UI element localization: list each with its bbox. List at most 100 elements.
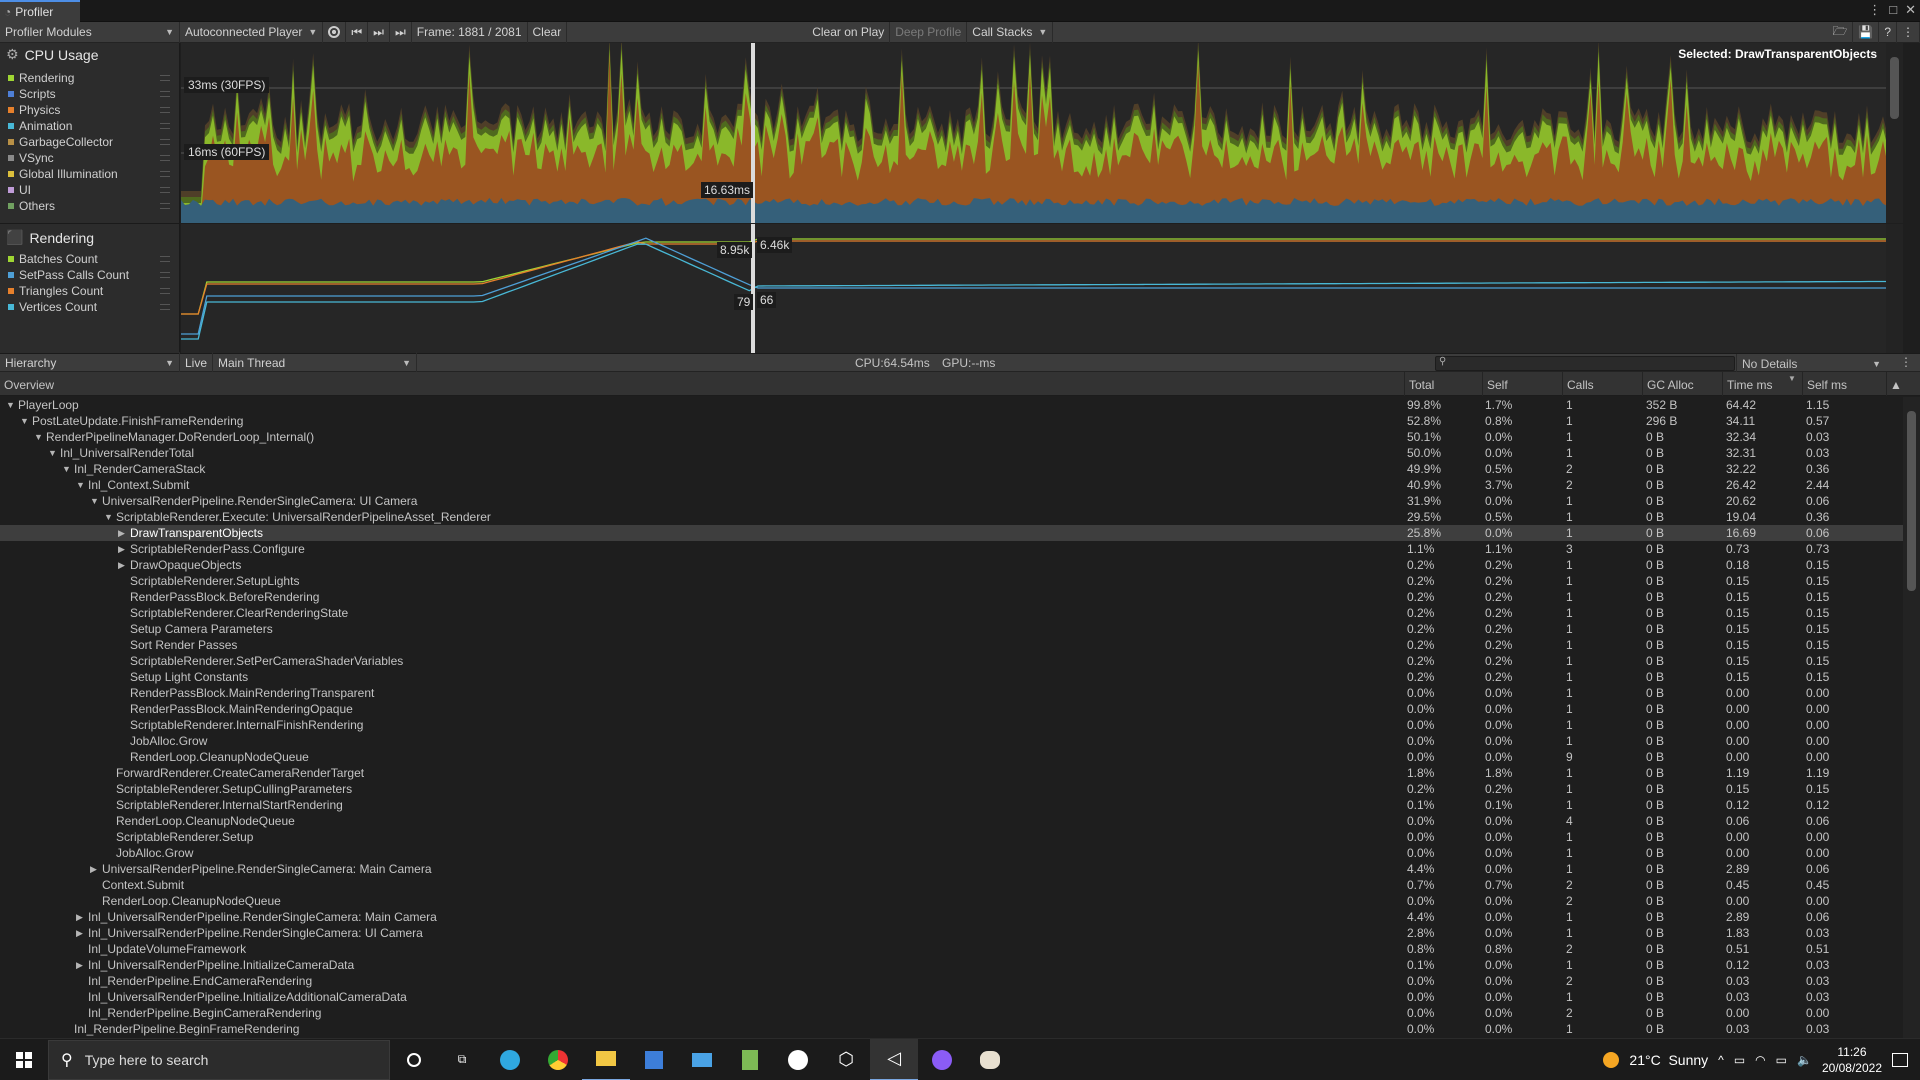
load-button[interactable]: 🗁 — [1827, 21, 1854, 43]
table-row[interactable]: ▼ ScriptableRenderer.Execute: UniversalRe… — [0, 509, 1903, 525]
table-row[interactable]: JobAlloc.Grow 0.0% 0.0% 1 0 B 0.00 0.00 — [0, 845, 1903, 861]
drag-handle-icon[interactable] — [160, 272, 170, 278]
table-row[interactable]: ▶ UniversalRenderPipeline.RenderSingleCam… — [0, 861, 1903, 877]
expanded-arrow-icon[interactable]: ▼ — [90, 493, 102, 509]
table-row[interactable]: RenderPassBlock.MainRenderingTransparent… — [0, 685, 1903, 701]
column-self[interactable]: Self — [1482, 372, 1562, 396]
help-button[interactable]: ? — [1879, 21, 1897, 43]
legend-item-animation[interactable]: Animation — [8, 118, 176, 134]
table-row[interactable]: Inl_RenderPipeline.EndCameraRendering 0.0… — [0, 973, 1903, 989]
table-row[interactable]: RenderLoop.CleanupNodeQueue 0.0% 0.0% 9 0 B 0… — [0, 749, 1903, 765]
table-row[interactable]: ScriptableRenderer.InternalStartRenderin… — [0, 797, 1903, 813]
volume-icon[interactable]: 🔈 — [1797, 1053, 1812, 1067]
column-self-ms[interactable]: Self ms — [1802, 372, 1886, 396]
legend-item-batches-count[interactable]: Batches Count — [8, 251, 176, 267]
player-dropdown[interactable]: Autoconnected Player ▼ — [180, 21, 324, 43]
collapsed-arrow-icon[interactable]: ▶ — [90, 861, 102, 877]
close-icon[interactable]: ✕ — [1905, 2, 1916, 18]
table-row[interactable]: ▼ Inl_Context.Submit 40.9% 3.7% 2 0 B 26.42 2.4… — [0, 477, 1903, 493]
mail-app[interactable] — [678, 1039, 726, 1080]
paint-app[interactable] — [966, 1039, 1014, 1080]
table-row[interactable]: ▶ Inl_UniversalRenderPipeline.InitializeC… — [0, 957, 1903, 973]
table-row[interactable]: Setup Light Constants 0.2% 0.2% 1 0 B 0.15 0.1… — [0, 669, 1903, 685]
legend-item-vsync[interactable]: VSync — [8, 150, 176, 166]
start-button[interactable] — [0, 1039, 48, 1080]
column-total[interactable]: Total — [1404, 372, 1482, 396]
weather-label[interactable]: 21°C Sunny — [1629, 1052, 1708, 1068]
table-row[interactable]: ScriptableRenderer.SetupLights 0.2% 0.2% 1 0… — [0, 573, 1903, 589]
legend-item-scripts[interactable]: Scripts — [8, 86, 176, 102]
expanded-arrow-icon[interactable]: ▼ — [62, 461, 74, 477]
expanded-arrow-icon[interactable]: ▼ — [34, 429, 46, 445]
cpu-chart-scrollbar[interactable] — [1886, 43, 1903, 223]
collapsed-arrow-icon[interactable]: ▶ — [76, 957, 88, 973]
table-row[interactable]: ▼ PlayerLoop 99.8% 1.7% 1 352 B 64.42 1.15 — [0, 397, 1903, 413]
table-row[interactable]: ScriptableRenderer.ClearRenderingState 0.… — [0, 605, 1903, 621]
collapsed-arrow-icon[interactable]: ▶ — [118, 541, 130, 557]
next-frame-button[interactable]: ⏭ — [368, 21, 390, 43]
scroll-up-icon[interactable]: ▲ — [1886, 372, 1903, 396]
legend-item-rendering[interactable]: Rendering — [8, 70, 176, 86]
cpu-module-title[interactable]: ⚙ CPU Usage — [6, 46, 98, 63]
table-row[interactable]: Sort Render Passes 0.2% 0.2% 1 0 B 0.15 0.15 — [0, 637, 1903, 653]
live-toggle[interactable]: Live — [180, 352, 214, 373]
table-row[interactable]: ▼ Inl_UniversalRenderTotal 50.0% 0.0% 1 0 B 32… — [0, 445, 1903, 461]
unity-hub-app[interactable]: ⬡ — [822, 1039, 870, 1080]
legend-item-physics[interactable]: Physics — [8, 102, 176, 118]
last-frame-button[interactable]: ⏭ — [390, 21, 412, 43]
more-options-icon[interactable]: ⋮ — [1868, 2, 1881, 18]
table-row[interactable]: ▼ UniversalRenderPipeline.RenderSingleCam… — [0, 493, 1903, 509]
table-row[interactable]: RenderLoop.CleanupNodeQueue 0.0% 0.0% 4 0 B 0… — [0, 813, 1903, 829]
column-overview[interactable]: Overview — [0, 372, 1404, 396]
table-row[interactable]: Inl_RenderPipeline.BeginCameraRendering 0… — [0, 1005, 1903, 1021]
display-icon[interactable]: ▭ — [1776, 1053, 1787, 1067]
legend-item-vertices-count[interactable]: Vertices Count — [8, 299, 176, 315]
clock[interactable]: 11:26 20/08/2022 — [1822, 1044, 1882, 1076]
table-row[interactable]: RenderPassBlock.BeforeRendering 0.2% 0.2% 1… — [0, 589, 1903, 605]
view-type-dropdown[interactable]: Hierarchy ▼ — [0, 352, 180, 373]
cpu-usage-chart[interactable]: 33ms (30FPS) 16ms (60FPS) 16.63ms Select… — [181, 43, 1903, 223]
table-row[interactable]: ScriptableRenderer.SetupCullingParameter… — [0, 781, 1903, 797]
legend-item-others[interactable]: Others — [8, 198, 176, 214]
table-row[interactable]: ScriptableRenderer.SetPerCameraShaderVar… — [0, 653, 1903, 669]
notification-icon[interactable] — [1892, 1052, 1908, 1067]
menu-button[interactable]: ⋮ — [1897, 21, 1920, 43]
call-stacks-dropdown[interactable]: Call Stacks ▼ — [967, 21, 1054, 43]
rendering-chart[interactable]: 8.95k 6.46k 79 66 — [181, 224, 1903, 353]
file-explorer-app[interactable] — [582, 1039, 630, 1080]
column-calls[interactable]: Calls — [1562, 372, 1642, 396]
table-row[interactable]: RenderLoop.CleanupNodeQueue 0.0% 0.0% 2 0 B 0… — [0, 893, 1903, 909]
rendering-chart-scrollbar[interactable] — [1886, 224, 1903, 353]
drag-handle-icon[interactable] — [160, 139, 170, 145]
drag-handle-icon[interactable] — [160, 288, 170, 294]
legend-item-garbagecollector[interactable]: GarbageCollector — [8, 134, 176, 150]
profiler-window-tab[interactable]: ◔ Profiler — [0, 0, 80, 22]
legend-item-setpass-calls-count[interactable]: SetPass Calls Count — [8, 267, 176, 283]
table-row[interactable]: ▼ RenderPipelineManager.DoRenderLoop_Inte… — [0, 429, 1903, 445]
details-dropdown[interactable]: No Details ▼ — [1736, 354, 1886, 373]
drag-handle-icon[interactable] — [160, 256, 170, 262]
network-icon[interactable]: ◠ — [1755, 1053, 1765, 1067]
thread-dropdown[interactable]: Main Thread ▼ — [213, 352, 418, 373]
collapsed-arrow-icon[interactable]: ▶ — [76, 909, 88, 925]
cortana-button[interactable] — [390, 1039, 438, 1080]
table-row[interactable]: JobAlloc.Grow 0.0% 0.0% 1 0 B 0.00 0.00 — [0, 733, 1903, 749]
column-gc-alloc[interactable]: GC Alloc — [1642, 372, 1722, 396]
store-app[interactable] — [630, 1039, 678, 1080]
drag-handle-icon[interactable] — [160, 155, 170, 161]
drag-handle-icon[interactable] — [160, 123, 170, 129]
chevron-up-icon[interactable]: ^ — [1718, 1053, 1724, 1067]
table-row[interactable]: ▶ DrawTransparentObjects 25.8% 0.0% 1 0 B 16.6… — [0, 525, 1903, 541]
first-frame-button[interactable]: ⏮ — [346, 21, 369, 43]
word-app[interactable] — [774, 1039, 822, 1080]
search-input[interactable]: ⚲ — [1435, 356, 1735, 371]
table-row[interactable]: Setup Camera Parameters 0.2% 0.2% 1 0 B 0.15 0… — [0, 621, 1903, 637]
clear-on-play-button[interactable]: Clear on Play — [807, 21, 891, 43]
collapsed-arrow-icon[interactable]: ▶ — [118, 525, 130, 541]
table-row[interactable]: Inl_UniversalRenderPipeline.InitializeAd… — [0, 989, 1903, 1005]
expanded-arrow-icon[interactable]: ▼ — [48, 445, 60, 461]
table-row[interactable]: RenderPassBlock.MainRenderingOpaque 0.0% 0… — [0, 701, 1903, 717]
table-row[interactable]: Context.Submit 0.7% 0.7% 2 0 B 0.45 0.45 — [0, 877, 1903, 893]
expanded-arrow-icon[interactable]: ▼ — [6, 397, 18, 413]
table-row[interactable]: Inl_RenderPipeline.BeginFrameRendering 0.… — [0, 1021, 1903, 1037]
